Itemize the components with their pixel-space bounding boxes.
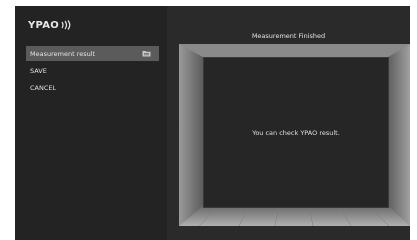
- ypao-logo: YPAO: [28, 18, 72, 32]
- result-message: You can check YPAO result.: [252, 128, 340, 137]
- ypao-screen: YPAO Measurement result SAVE CANCEL Meas…: [15, 6, 410, 240]
- content-panel: Measurement Finished You can check YPAO …: [167, 6, 410, 240]
- sound-wave-icon: [61, 20, 71, 30]
- menu-list: Measurement result SAVE CANCEL: [15, 46, 167, 95]
- menu-panel: YPAO Measurement result SAVE CANCEL: [15, 6, 167, 240]
- menu-item-measurement-result[interactable]: Measurement result: [26, 46, 159, 61]
- menu-item-label: CANCEL: [30, 83, 57, 92]
- menu-item-cancel[interactable]: CANCEL: [15, 80, 167, 95]
- logo-text: YPAO: [28, 19, 60, 31]
- menu-item-save[interactable]: SAVE: [15, 63, 167, 78]
- result-display: You can check YPAO result.: [203, 57, 389, 208]
- menu-item-label: SAVE: [30, 66, 47, 75]
- room-stage: You can check YPAO result.: [179, 44, 410, 226]
- content-header: Measurement Finished: [251, 32, 326, 40]
- folder-icon: [142, 51, 151, 57]
- menu-item-label: Measurement result: [30, 49, 96, 58]
